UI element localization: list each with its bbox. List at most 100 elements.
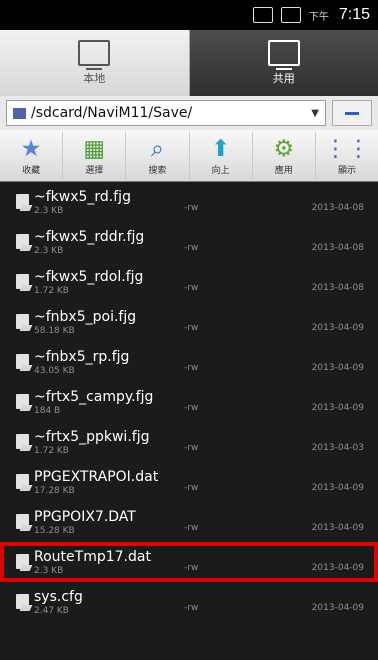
file-permissions: -rw	[184, 243, 199, 253]
apps-button[interactable]: ⚙ 應用	[253, 131, 316, 180]
favorite-button[interactable]: ★ 收藏	[0, 131, 64, 180]
list-item[interactable]: PPGPOIX7.DAT 15.28 KB -rw 2013-04-09	[0, 502, 378, 542]
file-size: 1.72 KB	[34, 445, 69, 456]
file-info: PPGEXTRAPOI.dat 17.28 KB	[34, 468, 254, 497]
file-permissions: -rw	[184, 403, 199, 413]
tab-shared[interactable]: 共用	[189, 30, 378, 96]
file-info: sys.cfg 2.47 KB	[34, 588, 254, 617]
file-name: ~fkwx5_rdol.fjg	[34, 268, 144, 285]
file-info: ~fnbx5_poi.fjg 58.18 KB	[34, 308, 254, 337]
file-info: ~fkwx5_rd.fjg 2.3 KB	[34, 188, 254, 217]
file-date: 2013-04-03	[311, 443, 364, 453]
toolbar-label: 收藏	[22, 165, 41, 176]
file-name: sys.cfg	[34, 588, 83, 605]
file-date: 2013-04-08	[311, 243, 364, 253]
file-name: ~fkwx5_rddr.fjg	[34, 228, 145, 245]
file-size: 1.72 KB	[34, 285, 69, 296]
list-item[interactable]: ~fnbx5_rp.fjg 43.05 KB -rw 2013-04-09	[0, 342, 378, 382]
file-icon	[16, 514, 29, 529]
battery-icon	[280, 7, 301, 23]
file-name: ~fkwx5_rd.fjg	[34, 188, 131, 205]
file-info: ~frtx5_campy.fjg 184 B	[34, 388, 254, 417]
path-bar: /sdcard/NaviM11/Save/ ▼	[0, 96, 378, 130]
list-item[interactable]: ~fkwx5_rdol.fjg 1.72 KB -rw 2013-04-08	[0, 262, 378, 302]
toolbar: ★ 收藏 ▦ 選擇 ⌕ 搜索 ⬆ 向上 ⚙ 應用 ⋮⋮ 顯示	[0, 130, 378, 182]
status-time: 7:15	[338, 6, 370, 23]
search-icon: ⌕	[150, 135, 164, 162]
minus-button[interactable]	[332, 100, 372, 126]
file-permissions: -rw	[184, 283, 199, 293]
file-date: 2013-04-09	[311, 483, 364, 493]
toolbar-label: 顯示	[337, 165, 356, 176]
select-button[interactable]: ▦ 選擇	[63, 131, 127, 180]
file-icon	[16, 354, 29, 369]
file-date: 2013-04-09	[311, 323, 364, 333]
star-icon: ★	[20, 135, 42, 162]
search-button[interactable]: ⌕ 搜索	[126, 131, 190, 180]
up-button[interactable]: ⬆ 向上	[190, 131, 253, 180]
list-item[interactable]: ~fkwx5_rddr.fjg 2.3 KB -rw 2013-04-08	[0, 222, 378, 262]
file-icon	[16, 594, 29, 609]
file-size: 184 B	[34, 405, 61, 416]
file-icon	[16, 234, 29, 249]
toolbar-label: 向上	[211, 165, 230, 176]
minus-icon	[345, 111, 359, 115]
file-info: ~fkwx5_rdol.fjg 1.72 KB	[34, 268, 254, 297]
file-permissions: -rw	[184, 363, 199, 373]
tablet-icon	[78, 40, 111, 70]
file-date: 2013-04-09	[311, 603, 364, 613]
file-date: 2013-04-09	[311, 523, 364, 533]
dropdown-arrow-icon[interactable]: ▼	[311, 108, 319, 119]
list-item[interactable]: ~fnbx5_poi.fjg 58.18 KB -rw 2013-04-09	[0, 302, 378, 342]
file-date: 2013-04-08	[311, 283, 364, 293]
file-info: ~frtx5_ppkwi.fjg 1.72 KB	[34, 428, 254, 457]
file-icon	[16, 434, 29, 449]
file-name: PPGPOIX7.DAT	[34, 508, 136, 525]
view-icon: ⋮⋮	[323, 135, 370, 162]
file-size: 2.47 KB	[34, 605, 69, 616]
file-size: 2.3 KB	[34, 205, 64, 216]
file-permissions: -rw	[184, 563, 199, 573]
selected-list-item[interactable]: RouteTmp17.dat 2.3 KB -rw 2013-04-09	[0, 542, 378, 582]
file-info: RouteTmp17.dat 2.3 KB	[34, 548, 254, 577]
file-icon	[16, 554, 29, 569]
folder-icon	[13, 107, 26, 119]
file-icon	[16, 274, 29, 289]
tab-local[interactable]: 本地	[0, 30, 190, 96]
view-button[interactable]: ⋮⋮ 顯示	[316, 132, 378, 180]
tab-label-local: 本地	[83, 72, 106, 85]
file-size: 17.28 KB	[34, 485, 75, 496]
list-item[interactable]: sys.cfg 2.47 KB -rw 2013-04-09	[0, 582, 378, 622]
file-date: 2013-04-09	[311, 363, 364, 373]
list-item[interactable]: ~frtx5_campy.fjg 184 B -rw 2013-04-09	[0, 382, 378, 422]
status-ampm: 下午	[308, 11, 329, 23]
file-permissions: -rw	[184, 203, 199, 213]
file-name: PPGEXTRAPOI.dat	[34, 468, 159, 485]
toolbar-label: 應用	[274, 165, 293, 176]
file-list: ~fkwx5_rd.fjg 2.3 KB -rw 2013-04-08 ~fkw…	[0, 182, 378, 622]
file-info: ~fnbx5_rp.fjg 43.05 KB	[34, 348, 254, 377]
up-icon: ⬆	[210, 135, 231, 162]
file-info: PPGPOIX7.DAT 15.28 KB	[34, 508, 254, 537]
path-text: /sdcard/NaviM11/Save/	[31, 105, 193, 121]
list-item[interactable]: PPGEXTRAPOI.dat 17.28 KB -rw 2013-04-09	[0, 462, 378, 502]
list-item[interactable]: ~frtx5_ppkwi.fjg 1.72 KB -rw 2013-04-03	[0, 422, 378, 462]
file-size: 2.3 KB	[34, 245, 64, 256]
file-icon	[16, 314, 29, 329]
file-permissions: -rw	[184, 483, 199, 493]
file-name: ~frtx5_campy.fjg	[34, 388, 154, 405]
path-selector[interactable]: /sdcard/NaviM11/Save/ ▼	[6, 100, 326, 126]
file-name: ~frtx5_ppkwi.fjg	[34, 428, 150, 445]
toolbar-label: 搜索	[148, 165, 167, 176]
toolbar-label: 選擇	[85, 165, 104, 176]
file-size: 15.28 KB	[34, 525, 75, 536]
file-icon	[16, 194, 29, 209]
grid-icon: ▦	[83, 135, 106, 162]
file-name: ~fnbx5_rp.fjg	[34, 348, 130, 365]
file-permissions: -rw	[184, 323, 199, 333]
file-permissions: -rw	[184, 523, 199, 533]
file-permissions: -rw	[184, 603, 199, 613]
tab-label-shared: 共用	[272, 72, 295, 85]
list-item[interactable]: ~fkwx5_rd.fjg 2.3 KB -rw 2013-04-08	[0, 182, 378, 222]
file-date: 2013-04-09	[311, 563, 364, 573]
